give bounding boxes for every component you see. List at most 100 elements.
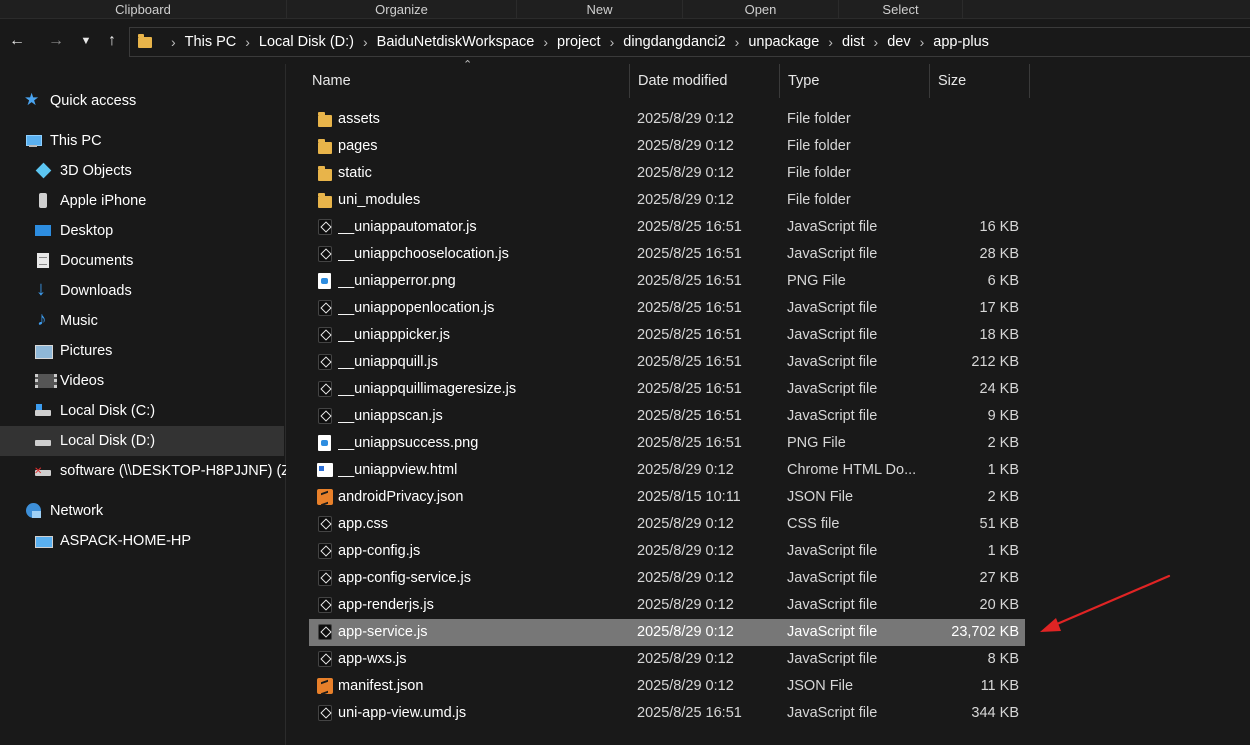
file-name: app-config.js bbox=[338, 543, 421, 559]
column-header-name[interactable]: Name bbox=[304, 64, 630, 98]
ribbon-group-organize: Organize bbox=[287, 0, 517, 19]
file-row[interactable]: __uniappchooselocation.js 2025/8/25 16:51… bbox=[309, 241, 1025, 268]
column-header-type[interactable]: Type bbox=[780, 64, 930, 98]
script-file-icon bbox=[318, 570, 332, 586]
file-row[interactable]: manifest.json 2025/8/29 0:12 JSON File 11 K… bbox=[309, 673, 1025, 700]
sidebar-item-desktop[interactable]: Desktop bbox=[34, 216, 284, 246]
sidebar-item-network[interactable]: Network bbox=[24, 496, 274, 526]
file-type: File folder bbox=[787, 111, 851, 127]
breadcrumb-baidunetdiskworkspace[interactable]: BaiduNetdiskWorkspace bbox=[377, 34, 535, 50]
file-type: JavaScript file bbox=[787, 570, 878, 586]
column-header-date-modified[interactable]: Date modified bbox=[630, 64, 780, 98]
file-row[interactable]: pages 2025/8/29 0:12 File folder bbox=[309, 133, 1025, 160]
sidebar-item-apple-iphone[interactable]: Apple iPhone bbox=[34, 186, 284, 216]
breadcrumb-dingdangdanci2[interactable]: dingdangdanci2 bbox=[623, 34, 725, 50]
column-header-size[interactable]: Size bbox=[930, 64, 1030, 98]
file-row[interactable]: __uniappquill.js 2025/8/25 16:51 JavaScrip… bbox=[309, 349, 1025, 376]
file-type: File folder bbox=[787, 165, 851, 181]
forward-button[interactable]: → bbox=[46, 31, 66, 51]
file-date-modified: 2025/8/29 0:12 bbox=[637, 651, 734, 667]
file-row[interactable]: __uniappopenlocation.js 2025/8/25 16:51 Ja… bbox=[309, 295, 1025, 322]
sidebar-item-quick-access[interactable]: Quick access bbox=[24, 86, 274, 116]
file-row[interactable]: __uniappquillimageresize.js 2025/8/25 16:… bbox=[309, 376, 1025, 403]
file-row[interactable]: app-config-service.js 2025/8/29 0:12 JavaS… bbox=[309, 565, 1025, 592]
file-row[interactable]: app-service.js 2025/8/29 0:12 JavaScript f… bbox=[309, 619, 1025, 646]
sidebar-item-music[interactable]: Music bbox=[34, 306, 284, 336]
breadcrumb-unpackage[interactable]: unpackage bbox=[748, 34, 819, 50]
sidebar-item-pictures[interactable]: Pictures bbox=[34, 336, 284, 366]
sidebar-item-label: Network bbox=[50, 503, 104, 519]
sidebar-item-this-pc[interactable]: This PC bbox=[24, 126, 274, 156]
file-row[interactable]: androidPrivacy.json 2025/8/15 10:11 JSON F… bbox=[309, 484, 1025, 511]
file-name: app-config-service.js bbox=[338, 570, 471, 586]
file-name: manifest.json bbox=[338, 678, 424, 694]
chevron-right-icon[interactable]: › bbox=[828, 34, 833, 50]
file-row[interactable]: __uniappview.html 2025/8/29 0:12 Chrome HT… bbox=[309, 457, 1025, 484]
sidebar-item-documents[interactable]: Documents bbox=[34, 246, 284, 276]
arrow-left-icon: ← bbox=[9, 32, 25, 49]
address-bar[interactable]: › This PC › Local Disk (D:) › BaiduNetdi… bbox=[129, 27, 1250, 57]
file-type: JavaScript file bbox=[787, 327, 878, 343]
chevron-right-icon[interactable]: › bbox=[245, 34, 250, 50]
chevron-right-icon[interactable]: › bbox=[874, 34, 879, 50]
breadcrumb-local-disk-d[interactable]: Local Disk (D:) bbox=[259, 34, 354, 50]
breadcrumb-app-plus[interactable]: app-plus bbox=[933, 34, 989, 50]
sidebar-item-downloads[interactable]: Downloads bbox=[34, 276, 284, 306]
chevron-right-icon[interactable]: › bbox=[363, 34, 368, 50]
computer-icon bbox=[24, 132, 42, 150]
file-row[interactable]: __uniappsuccess.png 2025/8/25 16:51 PNG Fi… bbox=[309, 430, 1025, 457]
file-size bbox=[929, 187, 1019, 214]
sidebar-item-3d-objects[interactable]: 3D Objects bbox=[34, 156, 284, 186]
file-row[interactable]: __uniappscan.js 2025/8/25 16:51 JavaScript… bbox=[309, 403, 1025, 430]
chevron-right-icon[interactable]: › bbox=[543, 34, 548, 50]
script-file-icon bbox=[318, 300, 332, 316]
breadcrumb-dev[interactable]: dev bbox=[887, 34, 910, 50]
file-date-modified: 2025/8/29 0:12 bbox=[637, 138, 734, 154]
sidebar-item-aspack-home-hp[interactable]: ASPACK-HOME-HP bbox=[34, 526, 284, 556]
file-row[interactable]: assets 2025/8/29 0:12 File folder bbox=[309, 106, 1025, 133]
chevron-right-icon[interactable]: › bbox=[920, 34, 925, 50]
sidebar-item-label: Pictures bbox=[60, 343, 113, 359]
file-row[interactable]: app-config.js 2025/8/29 0:12 JavaScript fi… bbox=[309, 538, 1025, 565]
file-size: 2 KB bbox=[987, 489, 1019, 505]
sidebar-item-label: software (\\DESKTOP-H8PJJNF) (Z: bbox=[60, 463, 286, 479]
breadcrumb: › This PC › Local Disk (D:) › BaiduNetdi… bbox=[162, 34, 989, 50]
sidebar-item-videos[interactable]: Videos bbox=[34, 366, 284, 396]
chevron-right-icon[interactable]: › bbox=[171, 34, 176, 50]
sidebar-item-label: 3D Objects bbox=[60, 163, 132, 179]
file-date-modified: 2025/8/25 16:51 bbox=[637, 408, 742, 424]
image-file-icon bbox=[318, 435, 331, 451]
up-button[interactable]: ↑ bbox=[102, 31, 122, 51]
file-row[interactable]: app-renderjs.js 2025/8/29 0:12 JavaScript … bbox=[309, 592, 1025, 619]
file-type: File folder bbox=[787, 192, 851, 208]
file-name: __uniapperror.png bbox=[338, 273, 456, 289]
file-type: JavaScript file bbox=[787, 300, 878, 316]
file-date-modified: 2025/8/29 0:12 bbox=[637, 570, 734, 586]
breadcrumb-dist[interactable]: dist bbox=[842, 34, 865, 50]
file-type: JavaScript file bbox=[787, 408, 878, 424]
back-button[interactable]: ← bbox=[7, 31, 27, 51]
chevron-right-icon[interactable]: › bbox=[735, 34, 740, 50]
chevron-down-icon: ▼ bbox=[80, 35, 92, 47]
breadcrumb-project[interactable]: project bbox=[557, 34, 601, 50]
desktop-icon bbox=[34, 222, 52, 240]
file-size: 16 KB bbox=[979, 219, 1020, 235]
file-row[interactable]: __uniappautomator.js 2025/8/25 16:51 JavaS… bbox=[309, 214, 1025, 241]
sidebar-item-local-disk-d[interactable]: Local Disk (D:) bbox=[0, 426, 284, 456]
file-date-modified: 2025/8/25 16:51 bbox=[637, 219, 742, 235]
file-type: JavaScript file bbox=[787, 624, 878, 640]
chevron-right-icon[interactable]: › bbox=[610, 34, 615, 50]
file-row[interactable]: __uniapppicker.js 2025/8/25 16:51 JavaScri… bbox=[309, 322, 1025, 349]
sidebar-item-software-z[interactable]: software (\\DESKTOP-H8PJJNF) (Z: bbox=[34, 456, 286, 486]
file-row[interactable]: app.css 2025/8/29 0:12 CSS file 51 KB bbox=[309, 511, 1025, 538]
breadcrumb-this-pc[interactable]: This PC bbox=[185, 34, 237, 50]
file-row[interactable]: uni_modules 2025/8/29 0:12 File folder bbox=[309, 187, 1025, 214]
recent-locations-button[interactable]: ▼ bbox=[76, 31, 96, 51]
file-row[interactable]: uni-app-view.umd.js 2025/8/25 16:51 JavaSc… bbox=[309, 700, 1025, 727]
file-date-modified: 2025/8/25 16:51 bbox=[637, 327, 742, 343]
file-row[interactable]: static 2025/8/29 0:12 File folder bbox=[309, 160, 1025, 187]
file-type: JavaScript file bbox=[787, 219, 878, 235]
sidebar-item-local-disk-c[interactable]: Local Disk (C:) bbox=[34, 396, 284, 426]
file-row[interactable]: app-wxs.js 2025/8/29 0:12 JavaScript file 8… bbox=[309, 646, 1025, 673]
file-row[interactable]: __uniapperror.png 2025/8/25 16:51 PNG File… bbox=[309, 268, 1025, 295]
